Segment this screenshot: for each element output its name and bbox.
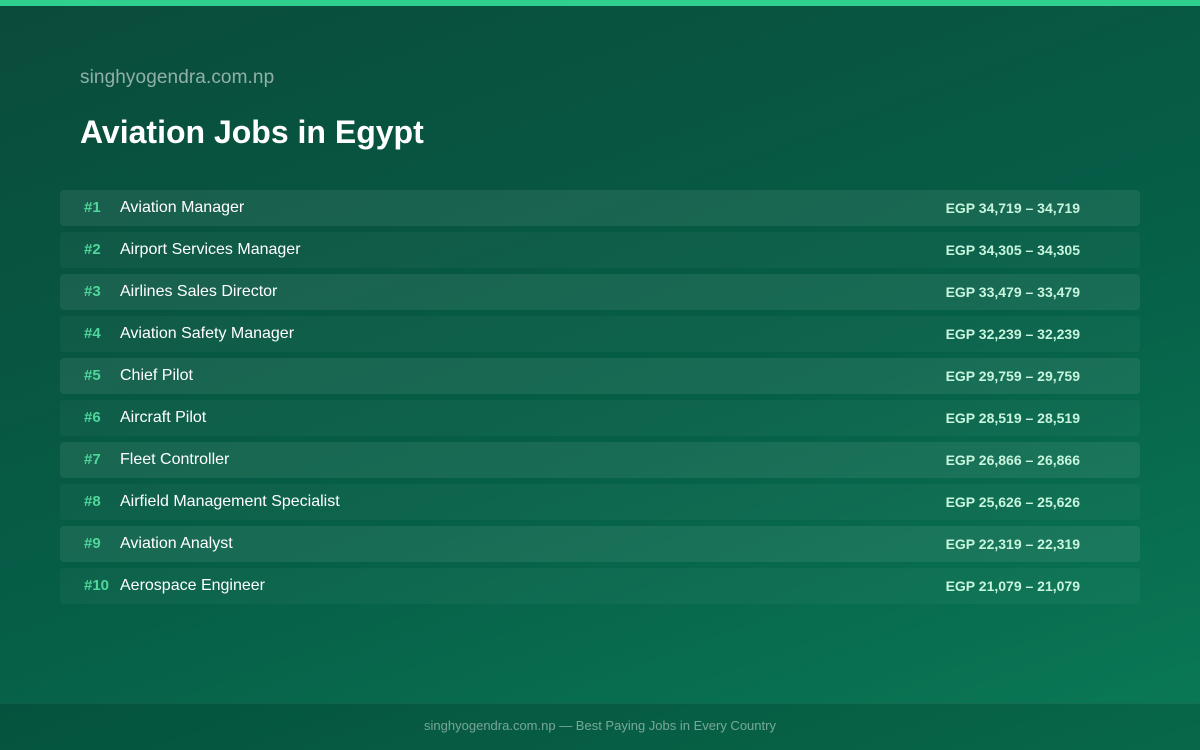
job-row: #10 Aerospace Engineer EGP 21,079 – 21,0… [60, 568, 1140, 604]
job-title: Aviation Manager [120, 199, 245, 216]
job-rank: #8 [84, 493, 101, 510]
job-list: #1 Aviation Manager EGP 34,719 – 34,719 … [60, 190, 1140, 610]
job-title: Chief Pilot [120, 367, 193, 384]
job-title: Airlines Sales Director [120, 283, 278, 300]
job-row: #2 Airport Services Manager EGP 34,305 –… [60, 232, 1140, 268]
job-row: #1 Aviation Manager EGP 34,719 – 34,719 [60, 190, 1140, 226]
job-salary: EGP 33,479 – 33,479 [945, 284, 1080, 300]
job-title: Airport Services Manager [120, 241, 301, 258]
top-accent-bar [0, 0, 1200, 6]
job-row: #7 Fleet Controller EGP 26,866 – 26,866 [60, 442, 1140, 478]
job-salary: EGP 21,079 – 21,079 [945, 578, 1080, 594]
job-salary: EGP 26,866 – 26,866 [945, 452, 1080, 468]
footer-text: singhyogendra.com.np — Best Paying Jobs … [424, 718, 776, 733]
job-salary: EGP 34,719 – 34,719 [945, 200, 1080, 216]
job-title: Aerospace Engineer [120, 577, 265, 594]
job-rank: #10 [84, 577, 110, 594]
job-rank: #9 [84, 535, 101, 552]
job-rank: #2 [84, 241, 101, 258]
job-rank: #5 [84, 367, 101, 384]
job-row: #8 Airfield Management Specialist EGP 25… [60, 484, 1140, 520]
job-salary: EGP 28,519 – 28,519 [945, 410, 1080, 426]
job-salary: EGP 29,759 – 29,759 [945, 368, 1080, 384]
job-salary: EGP 22,319 – 22,319 [945, 536, 1080, 552]
job-row: #9 Aviation Analyst EGP 22,319 – 22,319 [60, 526, 1140, 562]
job-title: Aircraft Pilot [120, 409, 207, 426]
job-salary: EGP 32,239 – 32,239 [945, 326, 1080, 342]
job-title: Fleet Controller [120, 451, 230, 468]
job-row: #3 Airlines Sales Director EGP 33,479 – … [60, 274, 1140, 310]
job-row: #6 Aircraft Pilot EGP 28,519 – 28,519 [60, 400, 1140, 436]
job-rank: #4 [84, 325, 101, 342]
footer: singhyogendra.com.np — Best Paying Jobs … [0, 703, 1200, 750]
site-name: singhyogendra.com.np [80, 67, 275, 88]
job-rank: #3 [84, 283, 101, 300]
job-rank: #7 [84, 451, 101, 468]
job-title: Aviation Safety Manager [120, 325, 295, 342]
job-row: #5 Chief Pilot EGP 29,759 – 29,759 [60, 358, 1140, 394]
job-salary: EGP 25,626 – 25,626 [945, 494, 1080, 510]
job-title: Aviation Analyst [120, 535, 233, 552]
page-title: Aviation Jobs in Egypt [80, 114, 424, 150]
job-title: Airfield Management Specialist [120, 493, 340, 510]
job-rank: #6 [84, 409, 101, 426]
job-row: #4 Aviation Safety Manager EGP 32,239 – … [60, 316, 1140, 352]
job-salary: EGP 34,305 – 34,305 [945, 242, 1080, 258]
job-rank: #1 [84, 199, 101, 216]
